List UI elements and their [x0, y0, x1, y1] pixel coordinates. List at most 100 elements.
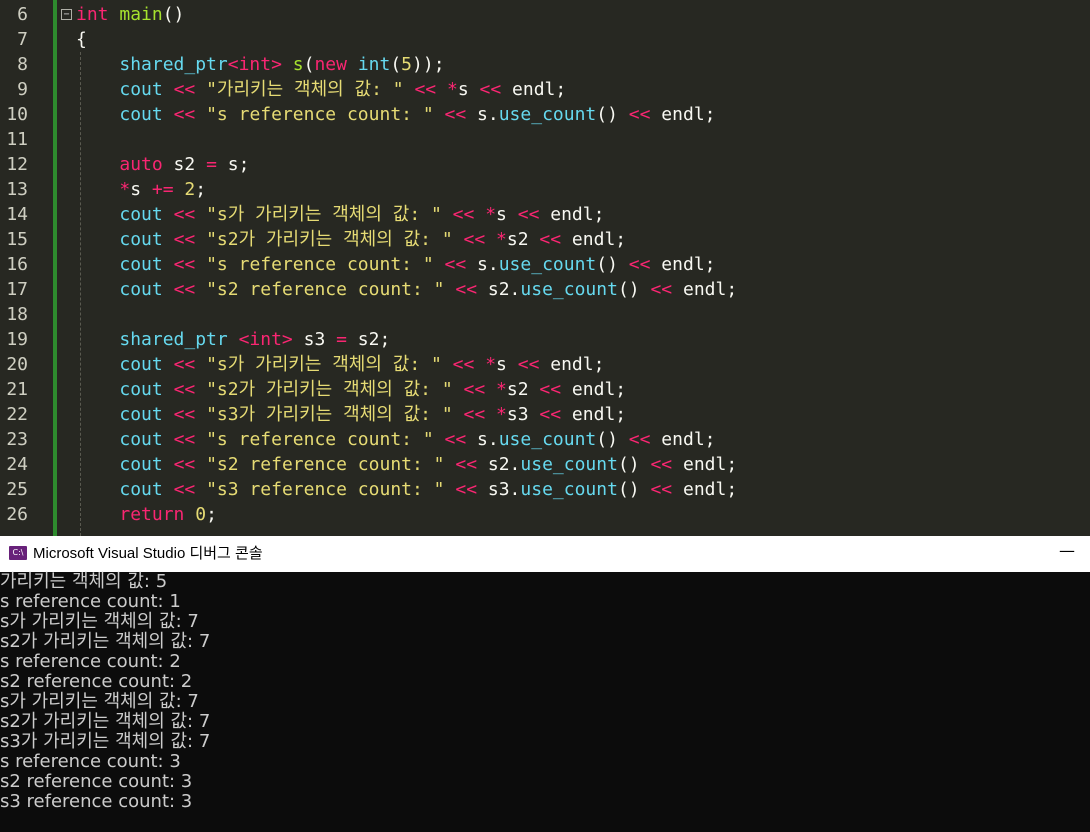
code-token: << [463, 379, 486, 400]
code-line[interactable]: 6 − int main() [0, 2, 1090, 27]
code-token: endl; [561, 379, 627, 400]
code-token: << [479, 79, 502, 100]
console-output-line: s2가 가리키는 객체의 값: 7 [0, 631, 211, 652]
code-token: s [130, 179, 152, 200]
code-token: () [596, 254, 629, 275]
code-token: "s2가 가리키는 객체의 값: " [206, 229, 453, 250]
line-number: 20 [6, 354, 28, 375]
code-token: endl; [561, 404, 627, 425]
code-token: << [173, 429, 196, 450]
code-line[interactable]: 10 cout << "s reference count: " << s.us… [0, 102, 1090, 127]
minimize-button[interactable]: — [1044, 536, 1090, 572]
code-token: () [596, 429, 629, 450]
code-token: <int> [227, 54, 282, 75]
code-line[interactable]: 23 cout << "s reference count: " << s.us… [0, 427, 1090, 452]
code-token: endl; [501, 79, 567, 100]
code-token: << [173, 454, 196, 475]
code-token: cout [119, 254, 163, 275]
code-text: cout << "s3 reference count: " << s3.use… [76, 477, 737, 502]
code-line[interactable]: 12 auto s2 = s; [0, 152, 1090, 177]
code-token: ( [390, 54, 402, 75]
console-titlebar[interactable]: C:\ Microsoft Visual Studio 디버그 콘솔 — [0, 536, 1090, 572]
code-token: new [314, 54, 347, 75]
code-token: s. [466, 104, 499, 125]
line-number: 7 [17, 29, 28, 50]
code-line[interactable]: 8 shared_ptr<int> s(new int(5)); [0, 52, 1090, 77]
code-token: use_count [520, 454, 618, 475]
code-token: << [444, 429, 467, 450]
code-line[interactable]: 16 cout << "s reference count: " << s.us… [0, 252, 1090, 277]
code-line[interactable]: 15 cout << "s2가 가리키는 객체의 값: " << *s2 << … [0, 227, 1090, 252]
code-line[interactable]: 21 cout << "s2가 가리키는 객체의 값: " << *s2 << … [0, 377, 1090, 402]
code-line[interactable]: 20 cout << "s가 가리키는 객체의 값: " << *s << en… [0, 352, 1090, 377]
code-token: * [485, 354, 497, 375]
code-token: endl; [539, 354, 605, 375]
console-app-icon: C:\ [9, 546, 27, 560]
code-line[interactable]: 18 [0, 302, 1090, 327]
code-token: "s3 reference count: " [206, 479, 445, 500]
code-token: << [463, 404, 486, 425]
code-token: s2 [162, 154, 207, 175]
code-token: s [457, 79, 480, 100]
collapse-icon[interactable]: − [61, 9, 72, 20]
code-token: << [463, 229, 486, 250]
code-line[interactable]: 24 cout << "s2 reference count: " << s2.… [0, 452, 1090, 477]
code-token: endl; [561, 229, 627, 250]
line-number: 8 [17, 54, 28, 75]
line-number: 14 [6, 204, 28, 225]
code-line[interactable]: 25 cout << "s3 reference count: " << s3.… [0, 477, 1090, 502]
code-line[interactable]: 22 cout << "s3가 가리키는 객체의 값: " << *s3 << … [0, 402, 1090, 427]
code-line[interactable]: 13 *s += 2; [0, 177, 1090, 202]
line-number: 15 [6, 229, 28, 250]
code-token: << [628, 429, 651, 450]
console-output-line: s가 가리키는 객체의 값: 7 [0, 691, 199, 712]
code-editor[interactable]: 6− int main() 7{8 shared_ptr<int> s(new in… [0, 0, 1090, 536]
code-token: << [173, 354, 196, 375]
code-token: return [119, 504, 185, 525]
line-number: 9 [17, 79, 28, 100]
code-line[interactable]: 7{ [0, 27, 1090, 52]
code-token: ; [206, 504, 217, 525]
code-token: s. [466, 429, 499, 450]
code-line[interactable]: 17 cout << "s2 reference count: " << s2.… [0, 277, 1090, 302]
code-text: cout << "s2 reference count: " << s2.use… [76, 277, 737, 302]
console-output-line: s reference count: 2 [0, 651, 181, 672]
line-number: 12 [6, 154, 28, 175]
code-token: << [173, 204, 196, 225]
code-text: auto s2 = s; [76, 152, 249, 177]
code-text: cout << "가리키는 객체의 값: " << *s << endl; [76, 77, 566, 102]
code-line[interactable]: 11 [0, 127, 1090, 152]
code-token: 2 [184, 179, 196, 200]
code-token: << [455, 454, 478, 475]
code-line[interactable]: 19 shared_ptr <int> s3 = s2; [0, 327, 1090, 352]
code-token: auto [119, 154, 163, 175]
code-token: = [206, 154, 217, 175]
code-text: cout << "s3가 가리키는 객체의 값: " << *s3 << end… [76, 402, 626, 427]
console-window-title: Microsoft Visual Studio 디버그 콘솔 [33, 545, 263, 562]
code-line[interactable]: 9 cout << "가리키는 객체의 값: " << *s << endl; [0, 77, 1090, 102]
code-token: ( [303, 54, 315, 75]
code-text: cout << "s reference count: " << s.use_c… [76, 102, 715, 127]
code-token: << [173, 79, 196, 100]
code-token: << [539, 229, 562, 250]
code-line[interactable]: 14 cout << "s가 가리키는 객체의 값: " << *s << en… [0, 202, 1090, 227]
code-token: "s reference count: " [206, 254, 434, 275]
code-token: * [446, 79, 458, 100]
code-line[interactable]: 26 return 0; [0, 502, 1090, 527]
